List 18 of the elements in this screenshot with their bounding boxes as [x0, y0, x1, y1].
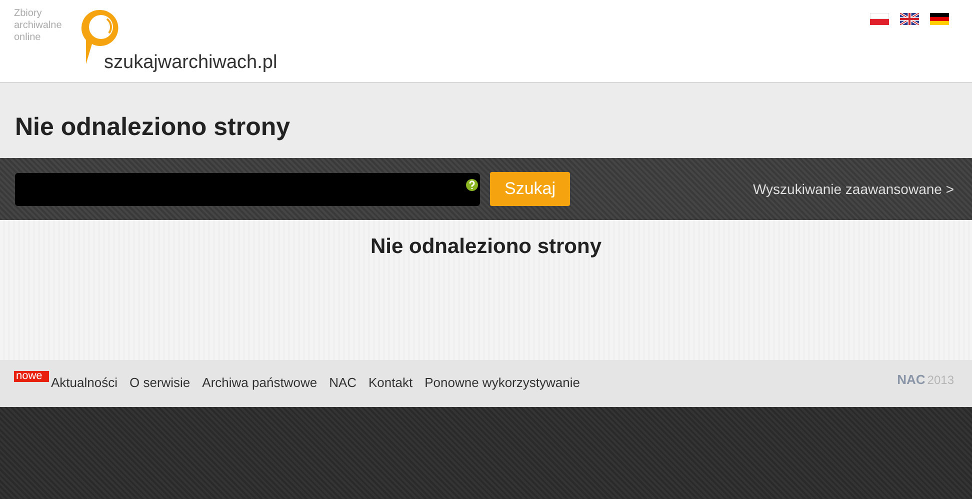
germany-flag-icon[interactable]: [930, 13, 949, 25]
footer-link[interactable]: O serwisie: [129, 373, 190, 392]
footer-link[interactable]: Aktualności: [51, 373, 118, 392]
nac-logo: NAC: [897, 371, 926, 389]
footer-link[interactable]: NAC: [329, 373, 357, 392]
site-name[interactable]: szukajwarchiwach.pl: [104, 49, 278, 78]
help-icon[interactable]: [466, 178, 478, 190]
poland-flag-icon[interactable]: [870, 13, 889, 25]
new-badge: nowe: [14, 371, 49, 382]
advanced-search-link[interactable]: Wyszukiwanie zaawansowane >: [752, 178, 954, 200]
tagline: Zbiory archiwalne online: [14, 8, 63, 45]
page-title: Nie odnaleziono strony: [15, 112, 290, 143]
search-field[interactable]: [15, 172, 480, 206]
footer-link[interactable]: Kontakt: [368, 373, 413, 392]
content-heading: Nie odnaleziono strony: [370, 234, 602, 260]
footer-link[interactable]: Ponowne wykorzystywanie: [424, 373, 580, 392]
footer-link[interactable]: Archiwa państwowe: [202, 373, 318, 392]
uk-flag-icon[interactable]: [900, 13, 919, 25]
